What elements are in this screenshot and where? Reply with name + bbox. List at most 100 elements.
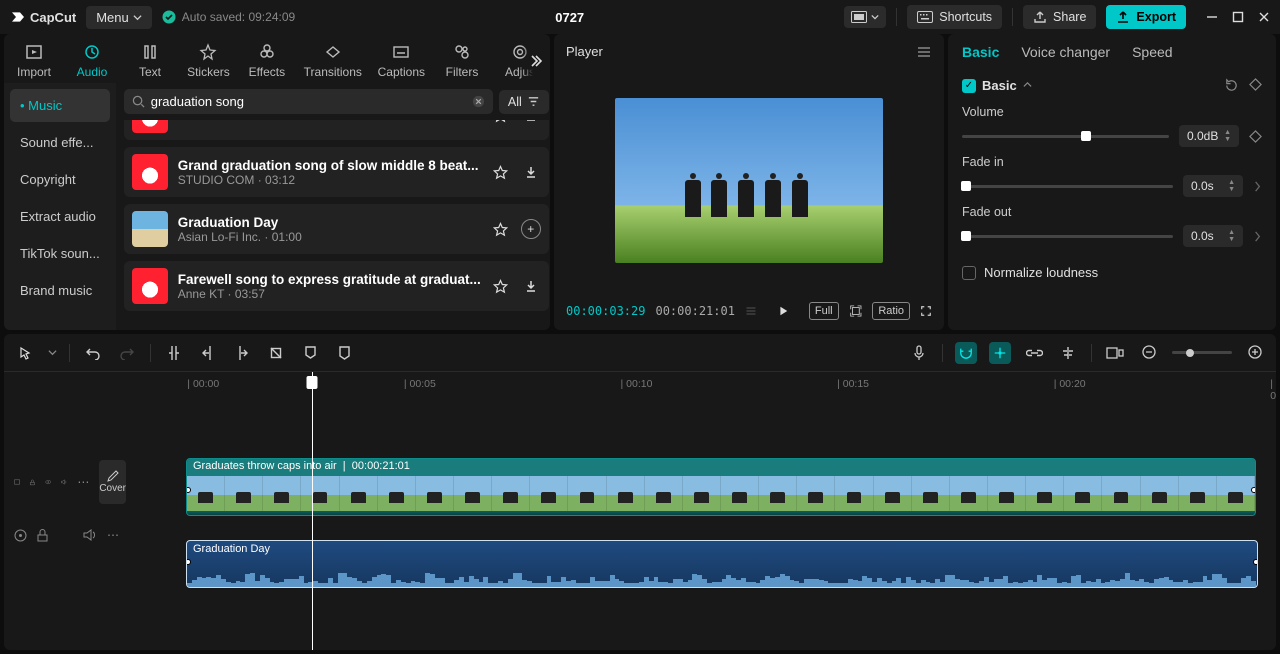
media-tab-effects[interactable]: Effects xyxy=(247,42,287,79)
cover-button[interactable]: Cover xyxy=(99,460,126,504)
song-favorite-button[interactable] xyxy=(491,276,511,296)
reset-icon[interactable] xyxy=(1224,78,1239,93)
lock-icon[interactable] xyxy=(37,529,48,542)
props-tab-voice-changer[interactable]: Voice changer xyxy=(1021,44,1110,60)
song-favorite-button[interactable] xyxy=(491,162,511,182)
song-item[interactable]: Graduation Day Asian Lo-Fi Inc. · 01:00 … xyxy=(124,204,549,254)
speaker-icon[interactable] xyxy=(83,529,97,541)
close-button[interactable] xyxy=(1258,11,1270,23)
chevron-down-icon[interactable] xyxy=(1023,81,1032,90)
clear-search-button[interactable] xyxy=(472,95,485,108)
fadeout-value[interactable]: 0.0s▲▼ xyxy=(1183,225,1243,247)
song-item[interactable]: Farewell song to express gratitude at gr… xyxy=(124,261,549,311)
playhead[interactable] xyxy=(312,372,314,650)
export-icon xyxy=(1116,10,1130,24)
zoom-out-button[interactable] xyxy=(1138,342,1160,364)
scale-icon[interactable] xyxy=(849,303,863,319)
media-tab-text[interactable]: Text xyxy=(130,42,170,79)
song-download-button[interactable] xyxy=(521,276,541,296)
link-button[interactable] xyxy=(1023,342,1045,364)
audio-track-icon[interactable] xyxy=(14,529,27,542)
speaker-icon[interactable] xyxy=(61,476,67,488)
undo-button[interactable] xyxy=(82,342,104,364)
media-tab-import[interactable]: Import xyxy=(14,42,54,79)
fadeout-slider[interactable] xyxy=(962,235,1173,238)
song-download-button[interactable] xyxy=(521,120,541,125)
track-more-icon[interactable]: ⋯ xyxy=(107,528,119,542)
song-item[interactable]: Kensuke Kawashima · 03:01 xyxy=(124,120,549,140)
share-button[interactable]: Share xyxy=(1023,5,1096,29)
maximize-button[interactable] xyxy=(1232,11,1244,23)
chevron-right-icon[interactable] xyxy=(1253,180,1262,193)
tag-button[interactable] xyxy=(333,342,355,364)
sidebar-item-sound-effe-[interactable]: Sound effe... xyxy=(10,126,110,159)
media-tab-stickers[interactable]: Stickers xyxy=(188,42,229,79)
video-clip[interactable]: Graduates throw caps into air | 00:00:21… xyxy=(186,458,1256,516)
search-box[interactable] xyxy=(124,89,493,114)
search-input[interactable] xyxy=(151,94,466,109)
video-track-icon[interactable] xyxy=(14,476,20,488)
lock-icon[interactable] xyxy=(30,476,35,489)
shortcuts-button[interactable]: Shortcuts xyxy=(907,5,1002,29)
redo-button[interactable] xyxy=(116,342,138,364)
split-button[interactable] xyxy=(163,342,185,364)
selection-tool[interactable] xyxy=(14,342,36,364)
zoom-in-button[interactable] xyxy=(1244,342,1266,364)
media-tab-audio[interactable]: Audio xyxy=(72,42,112,79)
align-button[interactable] xyxy=(1057,342,1079,364)
sidebar-item-tiktok-soun-[interactable]: TikTok soun... xyxy=(10,237,110,270)
mic-button[interactable] xyxy=(908,342,930,364)
preview-toggle[interactable] xyxy=(1104,342,1126,364)
delete-button[interactable] xyxy=(265,342,287,364)
fadein-value[interactable]: 0.0s▲▼ xyxy=(1183,175,1243,197)
volume-slider[interactable] xyxy=(962,135,1169,138)
props-tab-basic[interactable]: Basic xyxy=(962,44,999,60)
audio-clip[interactable]: Graduation Day xyxy=(186,540,1258,588)
keyframe-icon[interactable] xyxy=(1249,130,1262,143)
sidebar-item-brand-music[interactable]: Brand music xyxy=(10,274,110,307)
sidebar-item-copyright[interactable]: Copyright xyxy=(10,163,110,196)
full-button[interactable]: Full xyxy=(809,302,839,320)
song-favorite-button[interactable] xyxy=(491,219,511,239)
snap-button[interactable] xyxy=(989,342,1011,364)
player-stage[interactable] xyxy=(615,98,883,263)
song-add-button[interactable]: + xyxy=(521,219,541,239)
track-more-icon[interactable]: ⋯ xyxy=(77,475,89,489)
magnet-button[interactable] xyxy=(955,342,977,364)
playhead-handle[interactable] xyxy=(307,376,318,389)
filter-button[interactable]: All xyxy=(499,90,549,114)
ratio-button[interactable]: Ratio xyxy=(872,302,910,320)
basic-enabled-checkbox[interactable]: ✓ xyxy=(962,79,976,93)
sidebar-item-music[interactable]: Music xyxy=(10,89,110,122)
chevron-down-icon[interactable] xyxy=(48,348,57,357)
menu-button[interactable]: Menu xyxy=(86,6,152,29)
tabs-more-button[interactable] xyxy=(522,36,550,83)
timeline-tracks[interactable]: 00:0000:0500:1000:1500:2000:25 Graduates… xyxy=(136,372,1276,650)
media-tab-filters[interactable]: Filters xyxy=(442,42,482,79)
marker-button[interactable] xyxy=(299,342,321,364)
fullscreen-icon[interactable] xyxy=(920,304,932,318)
trim-right-button[interactable] xyxy=(231,342,253,364)
zoom-slider[interactable] xyxy=(1172,351,1232,354)
sidebar-item-extract-audio[interactable]: Extract audio xyxy=(10,200,110,233)
volume-value[interactable]: 0.0dB▲▼ xyxy=(1179,125,1239,147)
media-tab-captions[interactable]: Captions xyxy=(379,42,424,79)
play-button[interactable] xyxy=(777,304,789,318)
song-favorite-button[interactable] xyxy=(491,120,511,125)
eye-icon[interactable] xyxy=(45,477,51,487)
capcut-logo-icon xyxy=(10,9,26,25)
ratio-preset-button[interactable] xyxy=(844,6,886,28)
props-tab-speed[interactable]: Speed xyxy=(1132,44,1172,60)
export-button[interactable]: Export xyxy=(1106,5,1186,29)
keyframe-icon[interactable] xyxy=(1249,78,1262,91)
chevron-right-icon[interactable] xyxy=(1253,230,1262,243)
trim-left-button[interactable] xyxy=(197,342,219,364)
fadein-slider[interactable] xyxy=(962,185,1173,188)
normalize-checkbox[interactable] xyxy=(962,266,976,280)
media-tab-transitions[interactable]: Transitions xyxy=(305,42,361,79)
player-menu-icon[interactable] xyxy=(916,45,932,59)
minimize-button[interactable] xyxy=(1206,11,1218,23)
song-download-button[interactable] xyxy=(521,162,541,182)
song-item[interactable]: Grand graduation song of slow middle 8 b… xyxy=(124,147,549,197)
list-icon[interactable] xyxy=(745,305,757,317)
